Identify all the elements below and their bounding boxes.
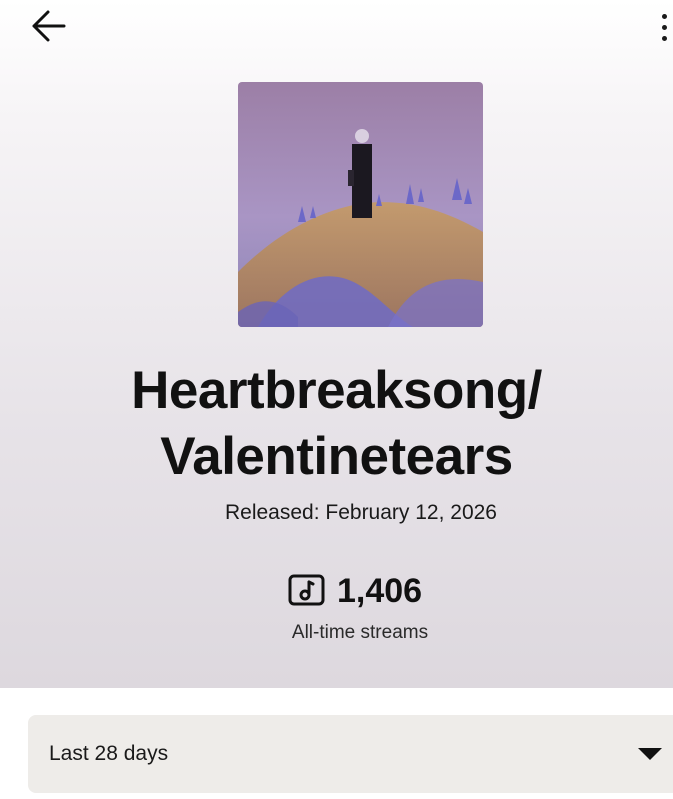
more-vertical-icon-dot — [662, 24, 667, 30]
more-options-button[interactable] — [656, 6, 673, 48]
release-title-line-2: Valentinetears — [160, 427, 513, 486]
release-date-container: Released: February 12, 2026 — [0, 499, 673, 527]
date-range-select[interactable]: Last 28 days — [28, 715, 673, 793]
more-vertical-icon — [662, 13, 667, 19]
music-note-box-icon — [288, 574, 325, 606]
streams-count: 1,406 — [337, 572, 423, 610]
back-button[interactable] — [24, 6, 72, 46]
streams-label: All-time streams — [291, 622, 429, 643]
more-vertical-icon-dot — [662, 35, 667, 41]
caret-down-icon — [638, 748, 662, 760]
release-date: Released: February 12, 2026 — [224, 501, 497, 524]
album-cover — [238, 82, 483, 327]
release-title-line-1: Heartbreaksong/ — [131, 361, 542, 420]
arrow-left-icon — [32, 10, 66, 42]
release-title: Heartbreaksong/ Valentinetears — [0, 358, 673, 490]
date-range-value: Last 28 days — [49, 742, 169, 765]
album-cover-art — [238, 82, 483, 327]
